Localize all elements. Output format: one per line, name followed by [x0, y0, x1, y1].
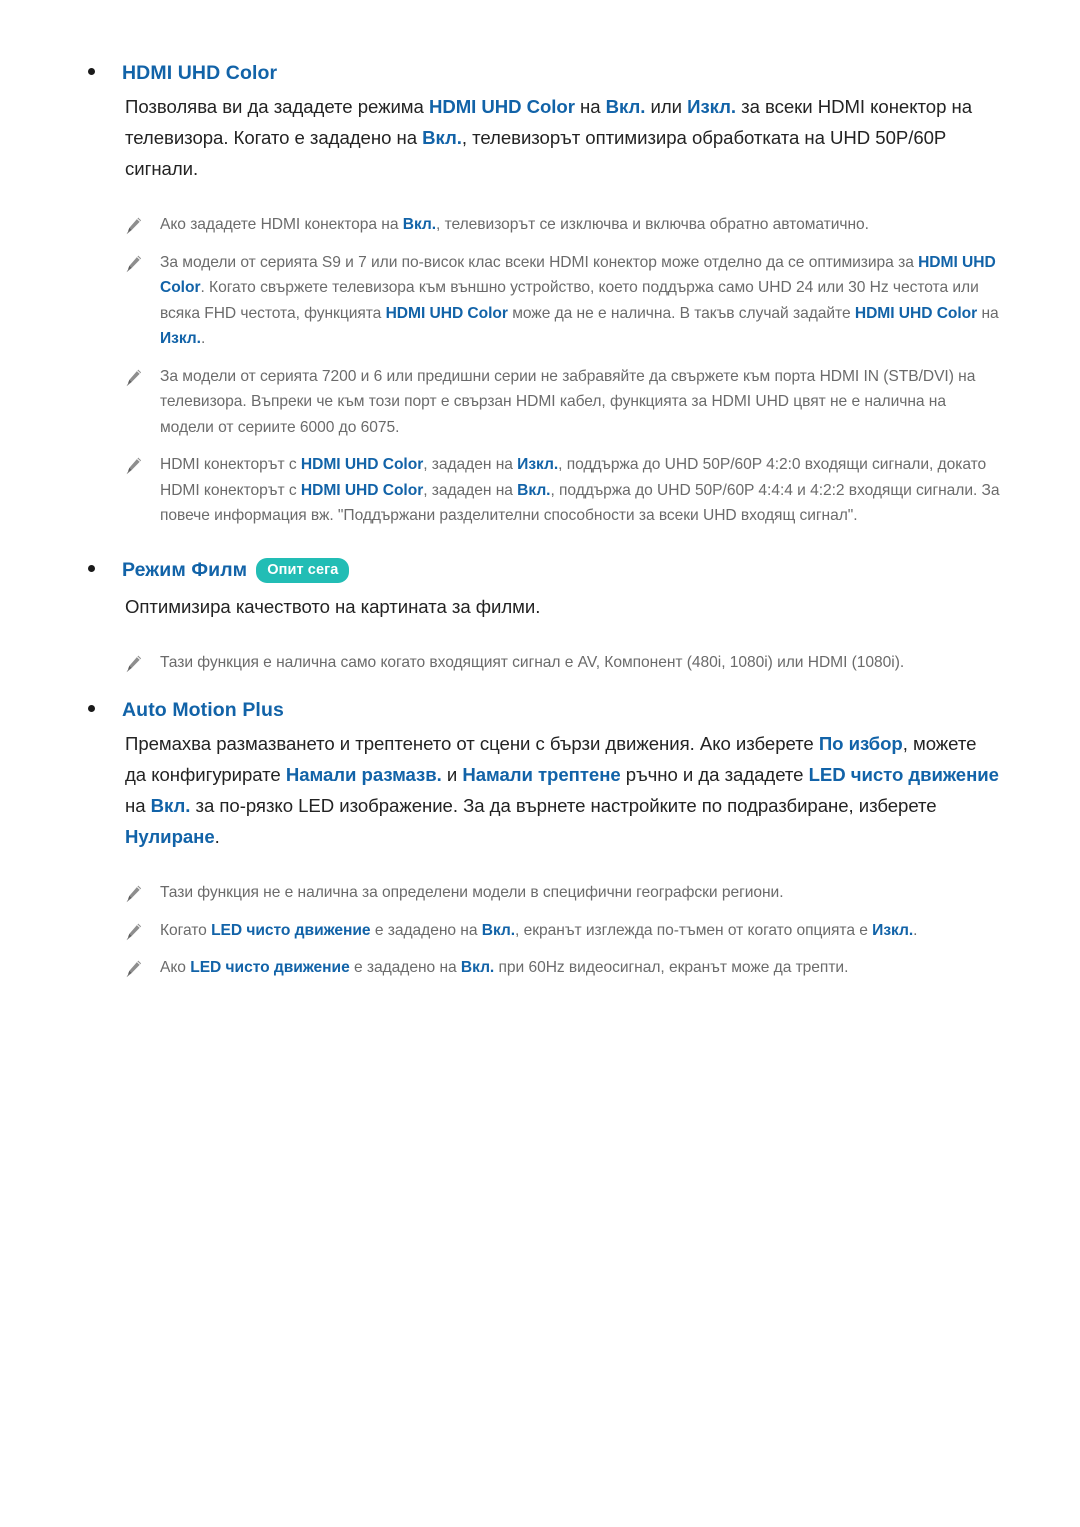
pencil-icon	[125, 254, 143, 274]
section-heading: HDMI UHD Color	[88, 62, 1002, 85]
note-text: За модели от серията 7200 и 6 или предиш…	[160, 367, 976, 436]
manual-page: HDMI UHD Color Позволява ви да зададете …	[0, 0, 1080, 1527]
note-item: Тази функция е налична само когато входя…	[125, 650, 1002, 676]
pencil-icon	[125, 654, 143, 674]
note-item: За модели от серията S9 и 7 или по-висок…	[125, 250, 1002, 352]
note-text: Когато LED чисто движение е зададено на …	[160, 921, 918, 939]
note-item: За модели от серията 7200 и 6 или предиш…	[125, 364, 1002, 441]
pencil-icon	[125, 368, 143, 388]
bullet-dot-icon	[88, 68, 95, 75]
note-text: Тази функция не е налична за определени …	[160, 884, 784, 902]
section-title: HDMI UHD Color	[122, 62, 278, 84]
note-item: Ако LED чисто движение е зададено на Вкл…	[125, 955, 1002, 981]
section-heading: Режим Филм Опит сега	[88, 557, 1002, 586]
section-paragraph: Оптимизира качеството на картината за фи…	[125, 596, 541, 618]
pencil-icon	[125, 456, 143, 476]
note-item: Ако зададете HDMI конектора на Вкл., тел…	[125, 212, 1002, 238]
section-hdmi-uhd-color: HDMI UHD Color Позволява ви да зададете …	[88, 62, 1002, 529]
section-paragraph: Позволява ви да зададете режима HDMI UHD…	[125, 96, 972, 180]
note-text: Ако LED чисто движение е зададено на Вкл…	[160, 959, 849, 977]
pencil-icon	[125, 216, 143, 236]
note-list: Тази функция не е налична за определени …	[88, 880, 1002, 981]
bullet-dot-icon	[88, 704, 95, 712]
note-text: HDMI конекторът с HDMI UHD Color, зададе…	[160, 456, 1000, 525]
section-paragraph: Премахва размазването и трептенето от сц…	[125, 733, 999, 848]
try-now-badge[interactable]: Опит сега	[256, 557, 350, 584]
section-title: Auto Motion Plus	[122, 698, 284, 721]
note-item: Когато LED чисто движение е зададено на …	[125, 918, 1002, 944]
pencil-icon	[125, 922, 143, 942]
section-title: Режим Филм	[122, 558, 248, 581]
note-text: Ако зададете HDMI конектора на Вкл., тел…	[160, 216, 869, 234]
section-auto-motion-plus: Auto Motion Plus Премахва размазването и…	[88, 699, 1002, 981]
note-item: HDMI конекторът с HDMI UHD Color, зададе…	[125, 452, 1002, 529]
note-item: Тази функция не е налична за определени …	[125, 880, 1002, 906]
section-heading: Auto Motion Plus	[88, 699, 1002, 722]
note-list: Тази функция е налична само когато входя…	[88, 650, 1002, 676]
note-list: Ако зададете HDMI конектора на Вкл., тел…	[88, 212, 1002, 529]
section-rezhim-film: Режим Филм Опит сега Оптимизира качество…	[88, 557, 1002, 676]
pencil-icon	[125, 884, 143, 904]
note-text: За модели от серията S9 и 7 или по-висок…	[160, 253, 999, 348]
note-text: Тази функция е налична само когато входя…	[160, 654, 905, 672]
bullet-dot-icon	[88, 564, 95, 572]
pencil-icon	[125, 959, 143, 979]
